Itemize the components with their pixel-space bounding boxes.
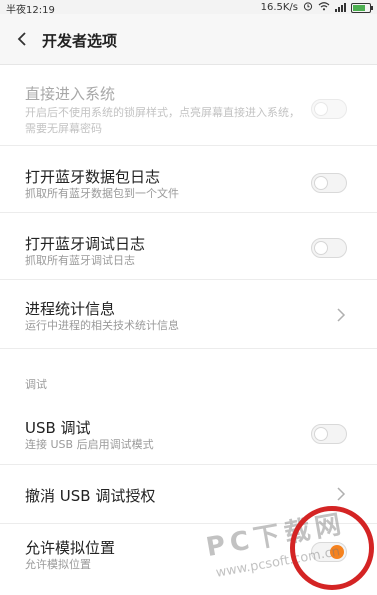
toggle-knob	[314, 102, 328, 116]
bt-packet-log-toggle[interactable]	[311, 173, 347, 193]
setting-title: 允许模拟位置	[25, 539, 116, 557]
net-speed: 16.5K/s	[260, 2, 298, 13]
setting-title: 直接进入系统	[25, 85, 116, 103]
signal-icon	[335, 3, 346, 12]
setting-bt-debug-log[interactable]: 打开蓝牙调试日志 抓取所有蓝牙调试日志	[0, 213, 377, 280]
setting-title: 撤消 USB 调试授权	[25, 487, 156, 505]
direct-boot-toggle[interactable]	[311, 99, 347, 119]
section-header-debug: 调试	[25, 378, 47, 391]
setting-title: 进程统计信息	[25, 300, 116, 318]
toggle-knob	[314, 176, 328, 190]
chevron-right-icon	[337, 308, 346, 322]
setting-subtitle: 允许模拟位置	[25, 558, 91, 571]
status-indicators: 16.5K/s	[260, 1, 373, 14]
setting-title: 打开蓝牙数据包日志	[25, 168, 161, 186]
toggle-knob	[330, 545, 344, 559]
status-bar: 半夜12:19 16.5K/s	[0, 0, 377, 16]
battery-icon	[351, 2, 373, 13]
alarm-icon	[303, 1, 313, 14]
wifi-icon	[318, 1, 330, 14]
setting-title: 打开蓝牙调试日志	[25, 235, 146, 253]
page-title: 开发者选项	[42, 32, 118, 50]
setting-direct-boot[interactable]: 直接进入系统 开启后不使用系统的锁屏样式，点亮屏幕直接进入系统，需要无屏幕密码	[0, 65, 377, 146]
chevron-left-icon	[17, 32, 26, 46]
title-bar: 开发者选项	[0, 14, 377, 65]
setting-subtitle: 抓取所有蓝牙调试日志	[25, 254, 135, 267]
back-button[interactable]	[10, 27, 34, 51]
usb-debugging-toggle[interactable]	[311, 424, 347, 444]
setting-subtitle: 连接 USB 后启用调试模式	[25, 438, 154, 451]
mock-location-toggle[interactable]	[311, 542, 347, 562]
setting-revoke-usb-auth[interactable]: 撤消 USB 调试授权	[0, 465, 377, 524]
setting-subtitle: 开启后不使用系统的锁屏样式，点亮屏幕直接进入系统，需要无屏幕密码	[25, 106, 300, 135]
setting-process-stats[interactable]: 进程统计信息 运行中进程的相关技术统计信息	[0, 280, 377, 349]
setting-mock-location[interactable]: 允许模拟位置 允许模拟位置	[0, 524, 377, 595]
setting-title: USB 调试	[25, 419, 91, 437]
setting-subtitle: 运行中进程的相关技术统计信息	[25, 319, 179, 332]
bt-debug-log-toggle[interactable]	[311, 238, 347, 258]
toggle-knob	[314, 241, 328, 255]
setting-subtitle: 抓取所有蓝牙数据包到一个文件	[25, 187, 179, 200]
setting-bt-packet-log[interactable]: 打开蓝牙数据包日志 抓取所有蓝牙数据包到一个文件	[0, 146, 377, 213]
setting-usb-debugging[interactable]: USB 调试 连接 USB 后启用调试模式	[0, 400, 377, 465]
chevron-right-icon	[337, 487, 346, 501]
toggle-knob	[314, 427, 328, 441]
